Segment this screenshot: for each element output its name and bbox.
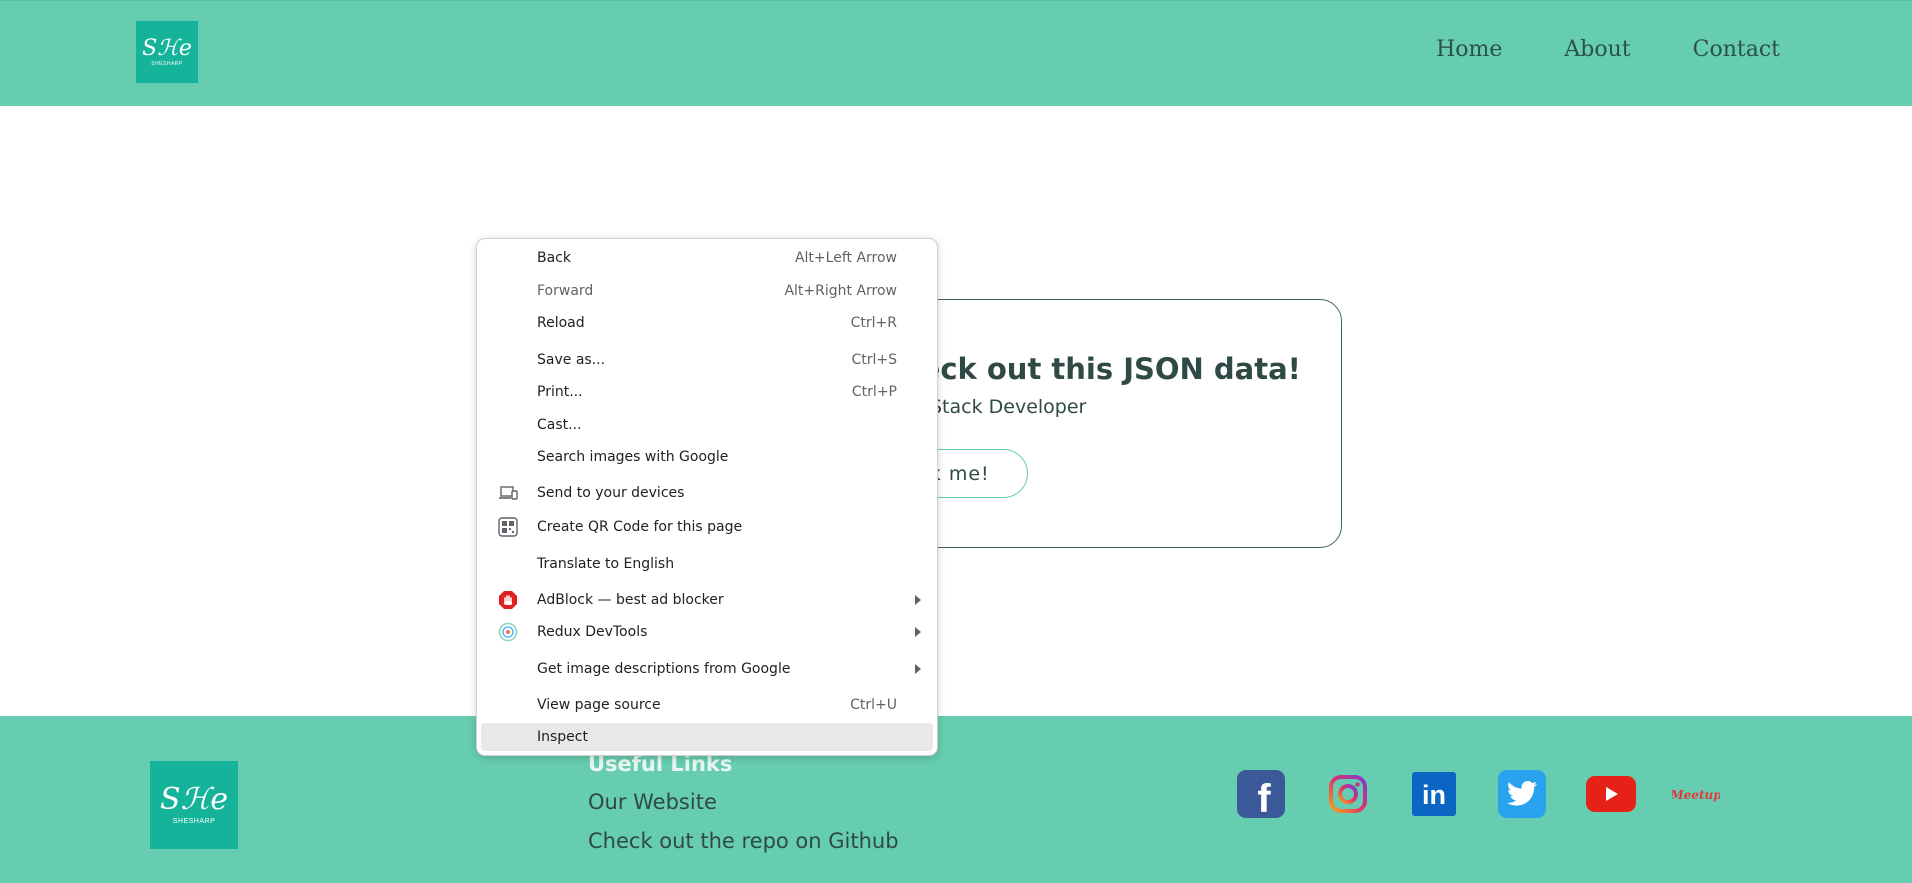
meetup-icon[interactable]: Meetup: [1672, 770, 1720, 818]
menu-item-shortcut: Alt+Right Arrow: [784, 283, 897, 299]
submenu-arrow-icon: [915, 595, 921, 605]
menu-item-label: Translate to English: [537, 556, 675, 572]
menu-item-label: Back: [537, 250, 571, 266]
card-subtitle: Stack Developer: [930, 396, 1087, 418]
instagram-icon[interactable]: [1324, 770, 1372, 818]
json-data-card: [892, 299, 1342, 548]
context-menu-item-send-to-devices[interactable]: Send to your devices: [481, 479, 933, 507]
context-menu-item-create-qr[interactable]: Create QR Code for this page: [481, 513, 933, 541]
adblock-icon: [498, 590, 518, 610]
menu-item-shortcut: Alt+Left Arrow: [794, 250, 897, 266]
nav-home-link[interactable]: Home: [1436, 37, 1502, 62]
submenu-arrow-icon: [915, 627, 921, 637]
menu-item-label: Print...: [537, 384, 583, 400]
menu-item-label: Send to your devices: [537, 485, 685, 501]
nav-contact-link[interactable]: Contact: [1693, 37, 1780, 62]
menu-item-label: Create QR Code for this page: [537, 519, 743, 535]
svg-text:in: in: [1422, 780, 1446, 810]
site-header: Sℋe SHESHARP Home About Contact: [0, 0, 1912, 106]
menu-item-label: Forward: [537, 283, 594, 299]
svg-text:Meetup: Meetup: [1672, 788, 1720, 802]
context-menu-item-translate[interactable]: Translate to English: [481, 550, 933, 578]
card-title: heck out this JSON data!: [900, 352, 1301, 386]
submenu-arrow-icon: [915, 664, 921, 674]
context-menu-item-image-descriptions[interactable]: Get image descriptions from Google: [481, 655, 933, 683]
twitter-icon[interactable]: [1498, 770, 1546, 818]
devices-icon: [498, 483, 518, 503]
sheharp-logo[interactable]: Sℋe SHESHARP: [136, 21, 198, 83]
menu-item-label: Search images with Google: [537, 449, 729, 465]
main-nav: Home About Contact: [1436, 37, 1780, 62]
menu-item-label: Save as...: [537, 352, 606, 368]
svg-text:f: f: [1257, 777, 1271, 818]
menu-item-label: Get image descriptions from Google: [537, 661, 791, 677]
menu-item-label: AdBlock — best ad blocker: [537, 592, 724, 608]
context-menu-item-search-images[interactable]: Search images with Google: [481, 443, 933, 471]
menu-item-label: Redux DevTools: [537, 624, 648, 640]
context-menu-item-forward[interactable]: Forward Alt+Right Arrow: [481, 277, 933, 305]
nav-about-link[interactable]: About: [1564, 37, 1630, 62]
footer-logo-mark: Sℋe: [160, 782, 228, 817]
footer-logo-wordmark: SHESHARP: [172, 818, 216, 825]
menu-item-shortcut: Ctrl+U: [850, 697, 897, 713]
menu-item-shortcut: Ctrl+R: [850, 315, 897, 331]
context-menu-item-print[interactable]: Print... Ctrl+P: [481, 378, 933, 406]
context-menu-item-save-as[interactable]: Save as... Ctrl+S: [481, 346, 933, 374]
context-menu-item-view-source[interactable]: View page source Ctrl+U: [481, 691, 933, 719]
youtube-icon[interactable]: [1586, 776, 1636, 812]
our-website-link[interactable]: Our Website: [588, 790, 717, 814]
redux-devtools-icon: [498, 622, 518, 642]
menu-item-label: Inspect: [537, 729, 588, 745]
facebook-icon[interactable]: f: [1237, 770, 1285, 818]
logo-mark: Sℋe: [142, 35, 192, 61]
linkedin-icon[interactable]: in: [1412, 772, 1456, 816]
menu-item-label: View page source: [537, 697, 661, 713]
footer-logo[interactable]: Sℋe SHESHARP: [150, 761, 238, 849]
github-repo-link[interactable]: Check out the repo on Github: [588, 829, 899, 853]
menu-item-shortcut: Ctrl+S: [851, 352, 897, 368]
context-menu-item-back[interactable]: Back Alt+Left Arrow: [481, 244, 933, 272]
context-menu-item-cast[interactable]: Cast...: [481, 411, 933, 439]
qr-code-icon: [498, 517, 518, 537]
context-menu: Back Alt+Left Arrow Forward Alt+Right Ar…: [476, 238, 938, 756]
site-footer: Sℋe SHESHARP Useful Links Our Website Ch…: [0, 716, 1912, 883]
context-menu-item-inspect[interactable]: Inspect: [481, 723, 933, 751]
menu-item-label: Reload: [537, 315, 585, 331]
context-menu-item-reload[interactable]: Reload Ctrl+R: [481, 309, 933, 337]
logo-wordmark: SHESHARP: [151, 60, 183, 67]
menu-item-label: Cast...: [537, 417, 582, 433]
context-menu-item-adblock[interactable]: AdBlock — best ad blocker: [481, 586, 933, 614]
context-menu-item-redux-devtools[interactable]: Redux DevTools: [481, 618, 933, 646]
menu-item-shortcut: Ctrl+P: [851, 384, 897, 400]
